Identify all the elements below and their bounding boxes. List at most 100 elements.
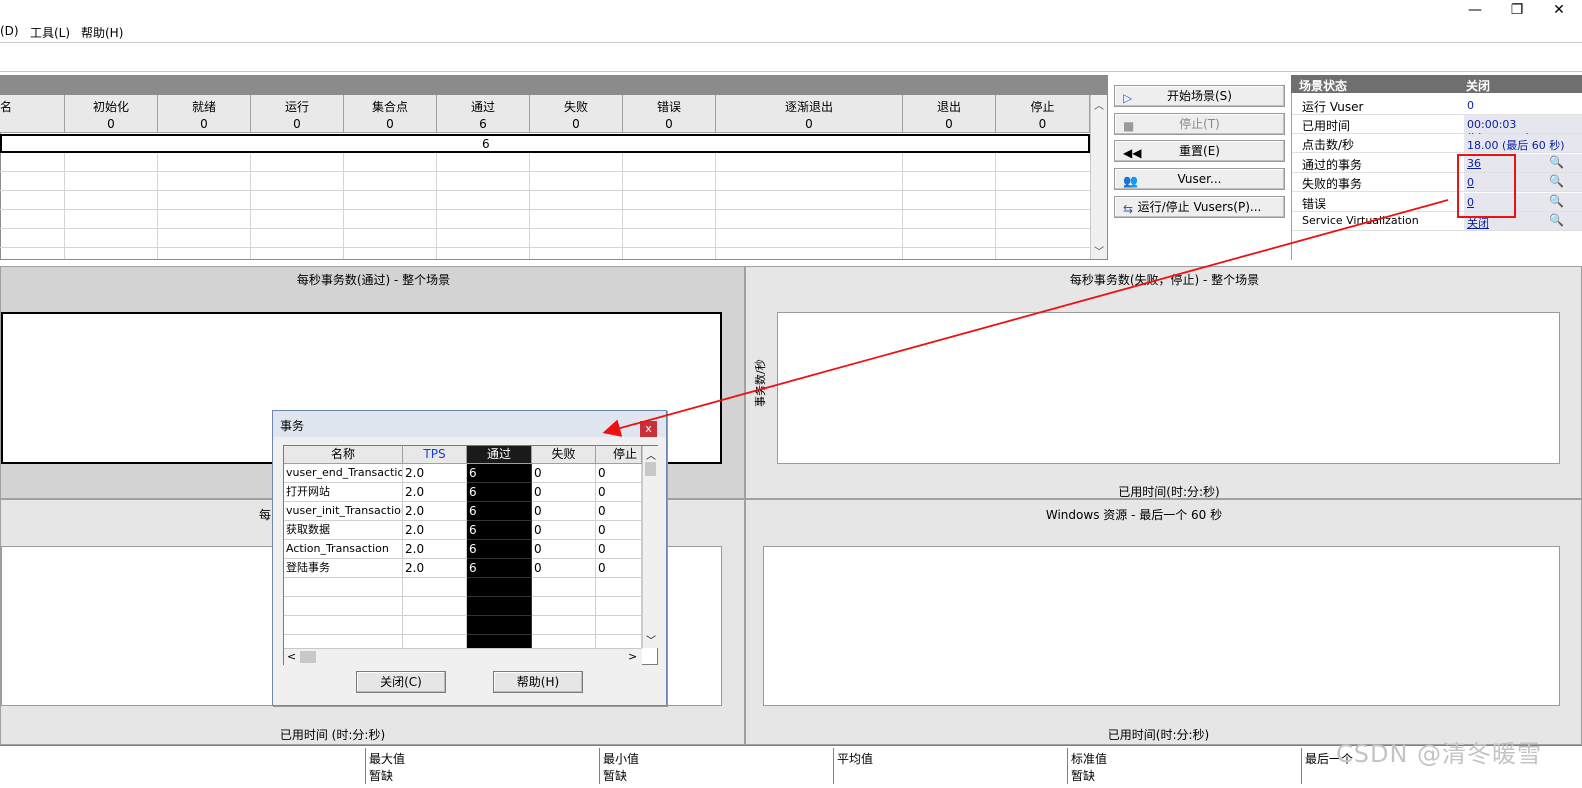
- rewind-icon: ◀◀: [1123, 146, 1142, 160]
- group-row-passed-value: 6: [482, 137, 490, 151]
- col-error[interactable]: 错误 0: [623, 95, 716, 133]
- grid-divider: [157, 153, 158, 259]
- table-row[interactable]: 登陆事务 2.0 6 0 0: [284, 559, 642, 578]
- dialog-cell-passed: 6: [467, 502, 532, 521]
- table-row[interactable]: 打开网站 2.0 6 0 0: [284, 483, 642, 502]
- table-row[interactable]: [284, 578, 642, 597]
- scroll-left-icon[interactable]: <: [287, 650, 296, 663]
- scroll-up-icon[interactable]: ︿: [1094, 97, 1104, 112]
- dialog-cell-stopped: 0: [596, 559, 642, 578]
- reset-button[interactable]: ◀◀ 重置(E): [1114, 140, 1285, 162]
- graph-pane-windows-resources[interactable]: Windows 资源 - 最后一个 60 秒 已用时间(时:分:秒): [745, 499, 1582, 745]
- dialog-cell-name: vuser_end_Transaction: [284, 464, 403, 483]
- groups-header-bar: [0, 75, 1108, 95]
- dialog-vertical-scrollbar[interactable]: ︿ ﹀: [642, 446, 658, 648]
- menu-item-help[interactable]: 帮助(H): [81, 24, 123, 41]
- col-gradual-exit[interactable]: 逐渐退出 0: [716, 95, 903, 133]
- dialog-title-bar[interactable]: 事务: [273, 411, 666, 437]
- status-row-service-virtualization: Service Virtualization 关闭 🔍: [1292, 212, 1582, 231]
- table-row[interactable]: [0, 248, 1090, 267]
- dialog-cell-failed: [532, 578, 596, 597]
- dialog-col-stopped[interactable]: 停止: [596, 446, 642, 464]
- dialog-cell-tps: 2.0: [403, 502, 467, 521]
- status-row-hits-per-second: 点击数/秒 18.00 (最后 60 秒): [1292, 134, 1582, 153]
- dialog-col-tps[interactable]: TPS: [403, 446, 467, 464]
- vusers-button[interactable]: 👥 Vuser...: [1114, 168, 1285, 190]
- grid-divider: [436, 153, 437, 259]
- grid-divider: [250, 153, 251, 259]
- table-row[interactable]: [284, 616, 642, 635]
- magnifier-icon[interactable]: 🔍: [1549, 155, 1564, 169]
- group-row-selected[interactable]: 6: [0, 134, 1090, 153]
- dialog-horizontal-scrollbar[interactable]: < >: [284, 648, 642, 665]
- minimize-button[interactable]: —: [1452, 0, 1498, 20]
- table-row[interactable]: [0, 210, 1090, 229]
- start-scenario-button[interactable]: ▷ 开始场景(S): [1114, 85, 1285, 107]
- dialog-col-passed[interactable]: 通过: [467, 446, 532, 464]
- table-row[interactable]: Action_Transaction 2.0 6 0 0: [284, 540, 642, 559]
- dialog-cell-stopped: 0: [596, 502, 642, 521]
- table-row[interactable]: [284, 597, 642, 616]
- restore-button[interactable]: ❐: [1494, 0, 1540, 20]
- dialog-close-icon[interactable]: x: [640, 421, 657, 437]
- dialog-cell-tps: 2.0: [403, 464, 467, 483]
- col-ready[interactable]: 就绪 0: [158, 95, 251, 133]
- transactions-grid: 名称 TPS 通过 失败 停止 vuser_end_Transaction 2.0…: [283, 445, 658, 665]
- scroll-up-icon[interactable]: ︿: [646, 447, 656, 462]
- scroll-down-icon[interactable]: ﹀: [646, 632, 656, 647]
- grid-divider: [64, 153, 65, 259]
- dialog-cell-stopped: 0: [596, 483, 642, 502]
- dialog-cell-failed: 0: [532, 464, 596, 483]
- table-row[interactable]: [0, 229, 1090, 248]
- close-window-button[interactable]: ✕: [1536, 0, 1582, 20]
- graph-title: Windows 资源 - 最后一个 60 秒: [1045, 508, 1223, 522]
- dialog-cell-name: 获取数据: [284, 521, 403, 540]
- col-stop[interactable]: 停止 0: [996, 95, 1090, 133]
- col-name[interactable]: 名: [0, 95, 65, 133]
- scroll-down-icon[interactable]: ﹀: [1094, 243, 1104, 258]
- dialog-cell-failed: [532, 616, 596, 635]
- graph-title: 每秒事务数(通过) - 整个场景: [296, 273, 451, 287]
- status-row-running-vusers: 运行 Vuser 0: [1292, 96, 1582, 115]
- col-run[interactable]: 运行 0: [251, 95, 344, 133]
- run-stop-vusers-button[interactable]: ⇆ 运行/停止 Vusers(P)...: [1114, 196, 1285, 218]
- graph-pane-tps-failed[interactable]: 每秒事务数(失败，停止) - 整个场景 事务数/秒 已用时间(时:分:秒): [745, 266, 1582, 499]
- col-failed[interactable]: 失败 0: [530, 95, 623, 133]
- table-row[interactable]: [0, 191, 1090, 210]
- col-exit[interactable]: 退出 0: [903, 95, 996, 133]
- dialog-cell-tps: [403, 616, 467, 635]
- scenario-status-header: 场景状态 关闭: [1291, 75, 1582, 93]
- grid-divider: [715, 153, 716, 259]
- dialog-col-failed[interactable]: 失败: [532, 446, 596, 464]
- dialog-cell-passed: [467, 616, 532, 635]
- dialog-cell-passed: [467, 597, 532, 616]
- dialog-col-name[interactable]: 名称: [284, 446, 403, 464]
- col-init[interactable]: 初始化 0: [65, 95, 158, 133]
- menu-item-d[interactable]: (D): [0, 24, 19, 38]
- dialog-close-button[interactable]: 关闭(C): [356, 671, 446, 693]
- scenario-status-value: 关闭: [1466, 79, 1491, 93]
- magnifier-icon[interactable]: 🔍: [1549, 213, 1564, 227]
- scroll-thumb[interactable]: [300, 651, 316, 663]
- menu-item-tools[interactable]: 工具(L): [30, 24, 70, 41]
- scroll-right-icon[interactable]: >: [628, 650, 637, 663]
- dialog-cell-passed: 6: [467, 559, 532, 578]
- table-row[interactable]: vuser_end_Transaction 2.0 6 0 0: [284, 464, 642, 483]
- graph-title: 每秒事务数(失败，停止) - 整个场景: [1069, 273, 1260, 287]
- magnifier-icon[interactable]: 🔍: [1549, 194, 1564, 208]
- scroll-thumb[interactable]: [645, 462, 656, 476]
- stop-button[interactable]: ■ 停止(T): [1114, 113, 1285, 135]
- grid-divider: [343, 153, 344, 259]
- table-row[interactable]: 获取数据 2.0 6 0 0: [284, 521, 642, 540]
- grid-divider: [529, 153, 530, 259]
- magnifier-icon[interactable]: 🔍: [1549, 174, 1564, 188]
- groups-vertical-scrollbar[interactable]: ︿ ﹀: [1090, 95, 1107, 259]
- dialog-help-button[interactable]: 帮助(H): [493, 671, 583, 693]
- table-row[interactable]: vuser_init_Transaction 2.0 6 0 0: [284, 502, 642, 521]
- table-row[interactable]: [0, 153, 1090, 172]
- col-rendezvous[interactable]: 集合点 0: [344, 95, 437, 133]
- col-passed[interactable]: 通过 6: [437, 95, 530, 133]
- grid-divider: [995, 153, 996, 259]
- table-row[interactable]: [0, 172, 1090, 191]
- status-row-elapsed-time: 已用时间00:00:03 (hh:mm:ss): [1292, 115, 1582, 144]
